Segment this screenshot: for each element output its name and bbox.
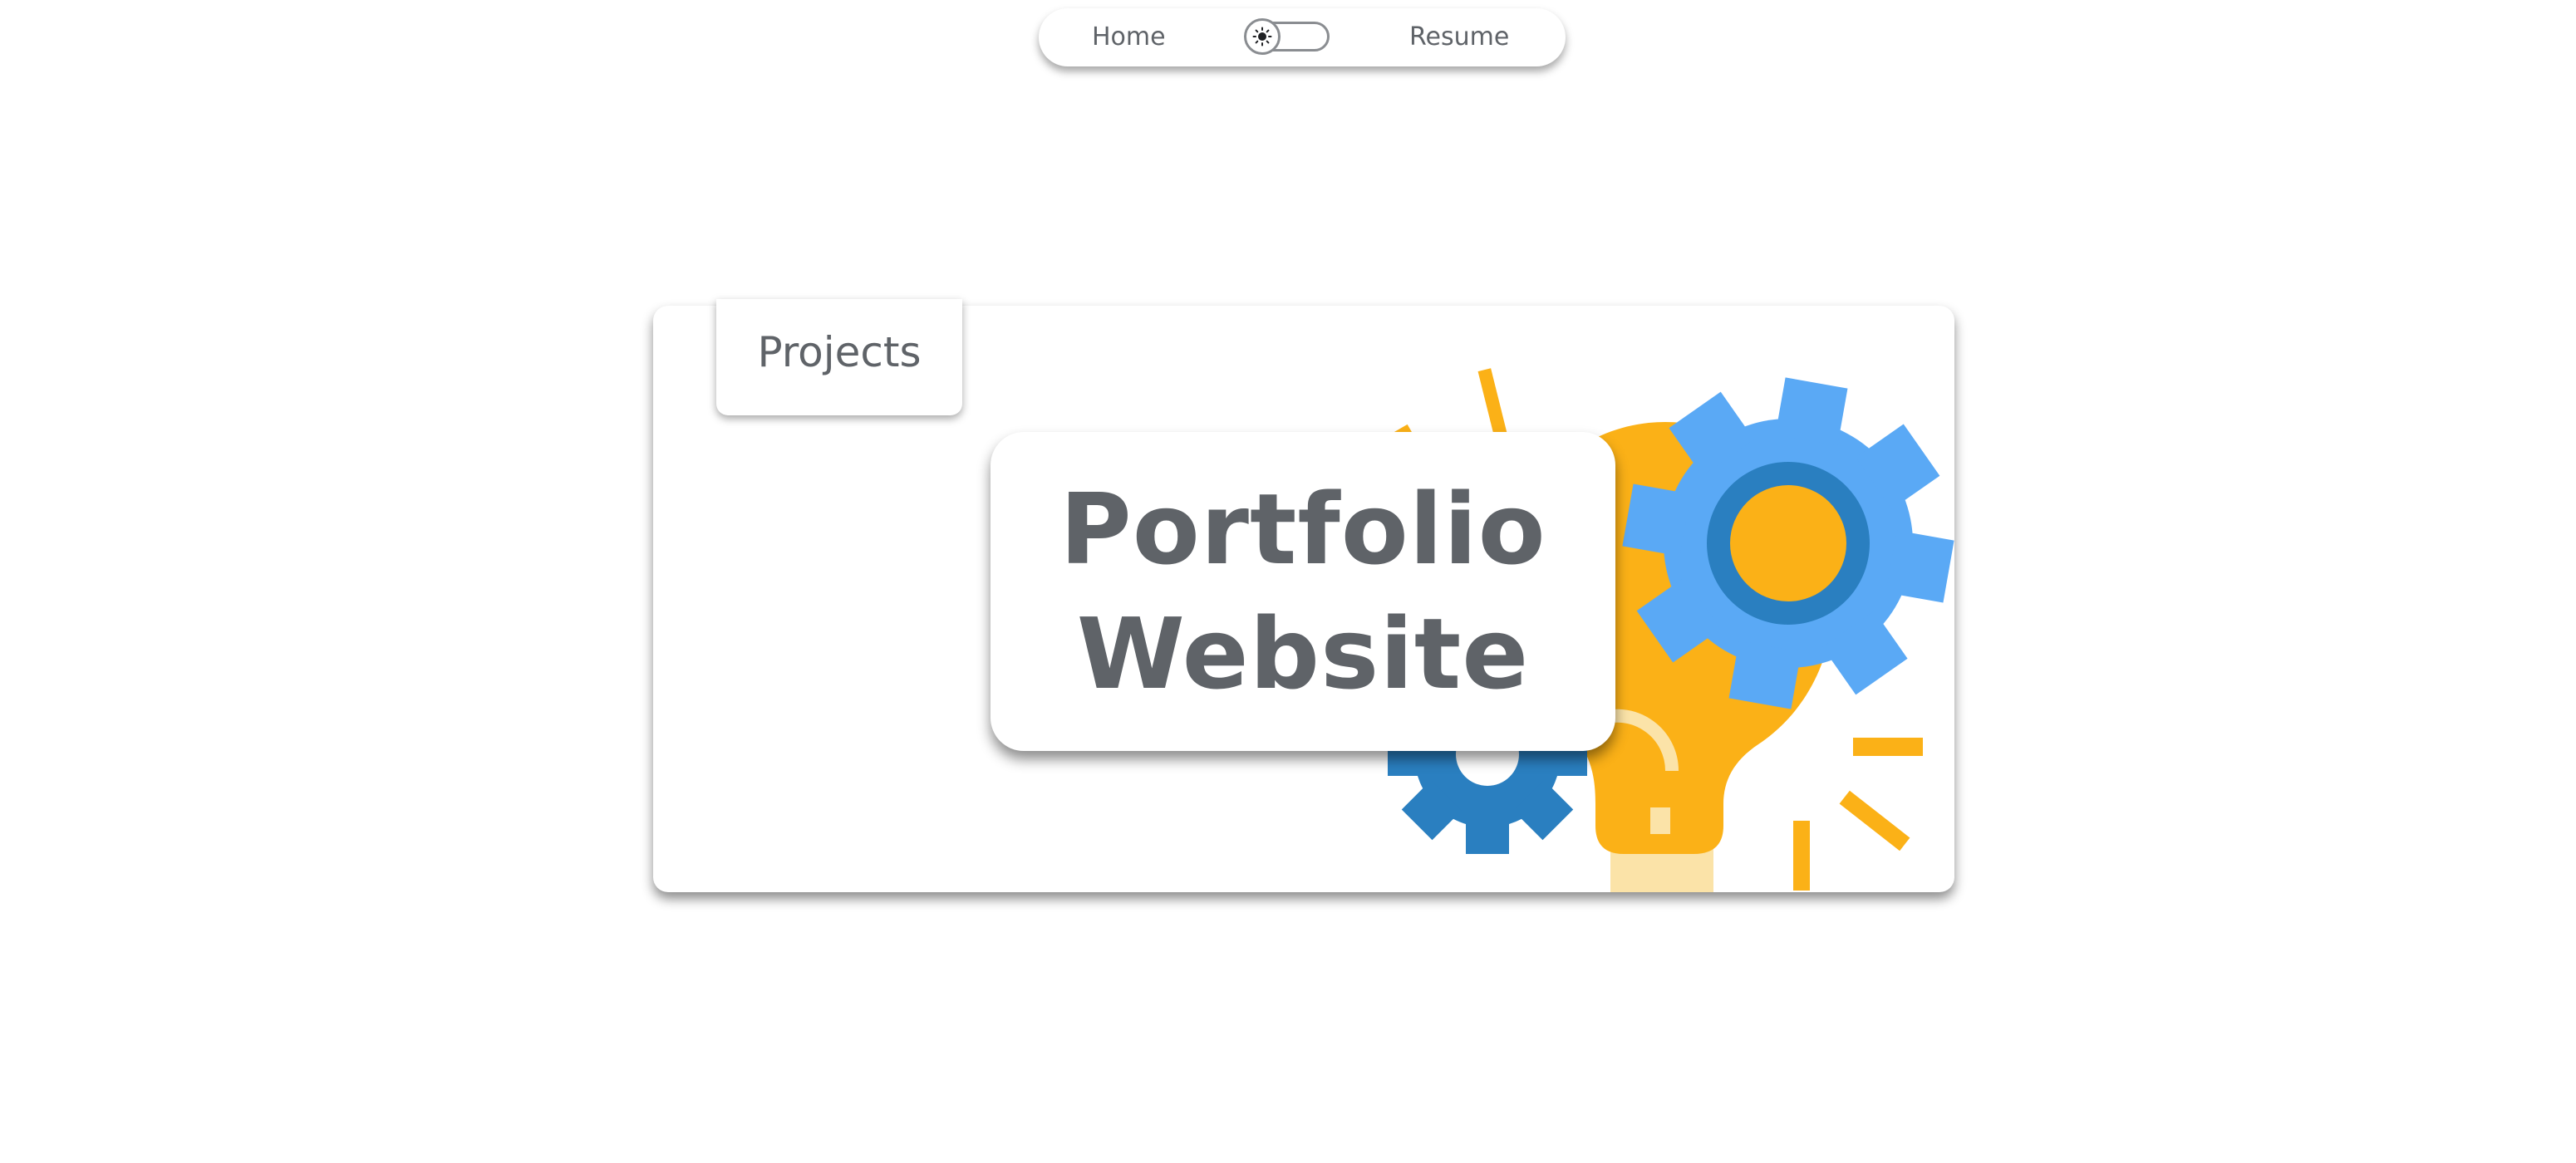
theme-toggle[interactable] — [1244, 18, 1330, 55]
resume-link[interactable]: Resume — [1409, 8, 1509, 66]
project-title-line-2: Website — [1076, 596, 1530, 711]
section-label: Projects — [716, 299, 962, 415]
page: Home Resume Projects Portfolio Website — [0, 0, 2576, 1163]
project-title-box[interactable]: Portfolio Website — [991, 432, 1615, 751]
project-title-line-1: Portfolio — [1059, 472, 1546, 586]
top-nav: Home Resume — [1039, 8, 1566, 66]
sun-icon — [1244, 18, 1281, 55]
home-link[interactable]: Home — [1092, 8, 1166, 66]
